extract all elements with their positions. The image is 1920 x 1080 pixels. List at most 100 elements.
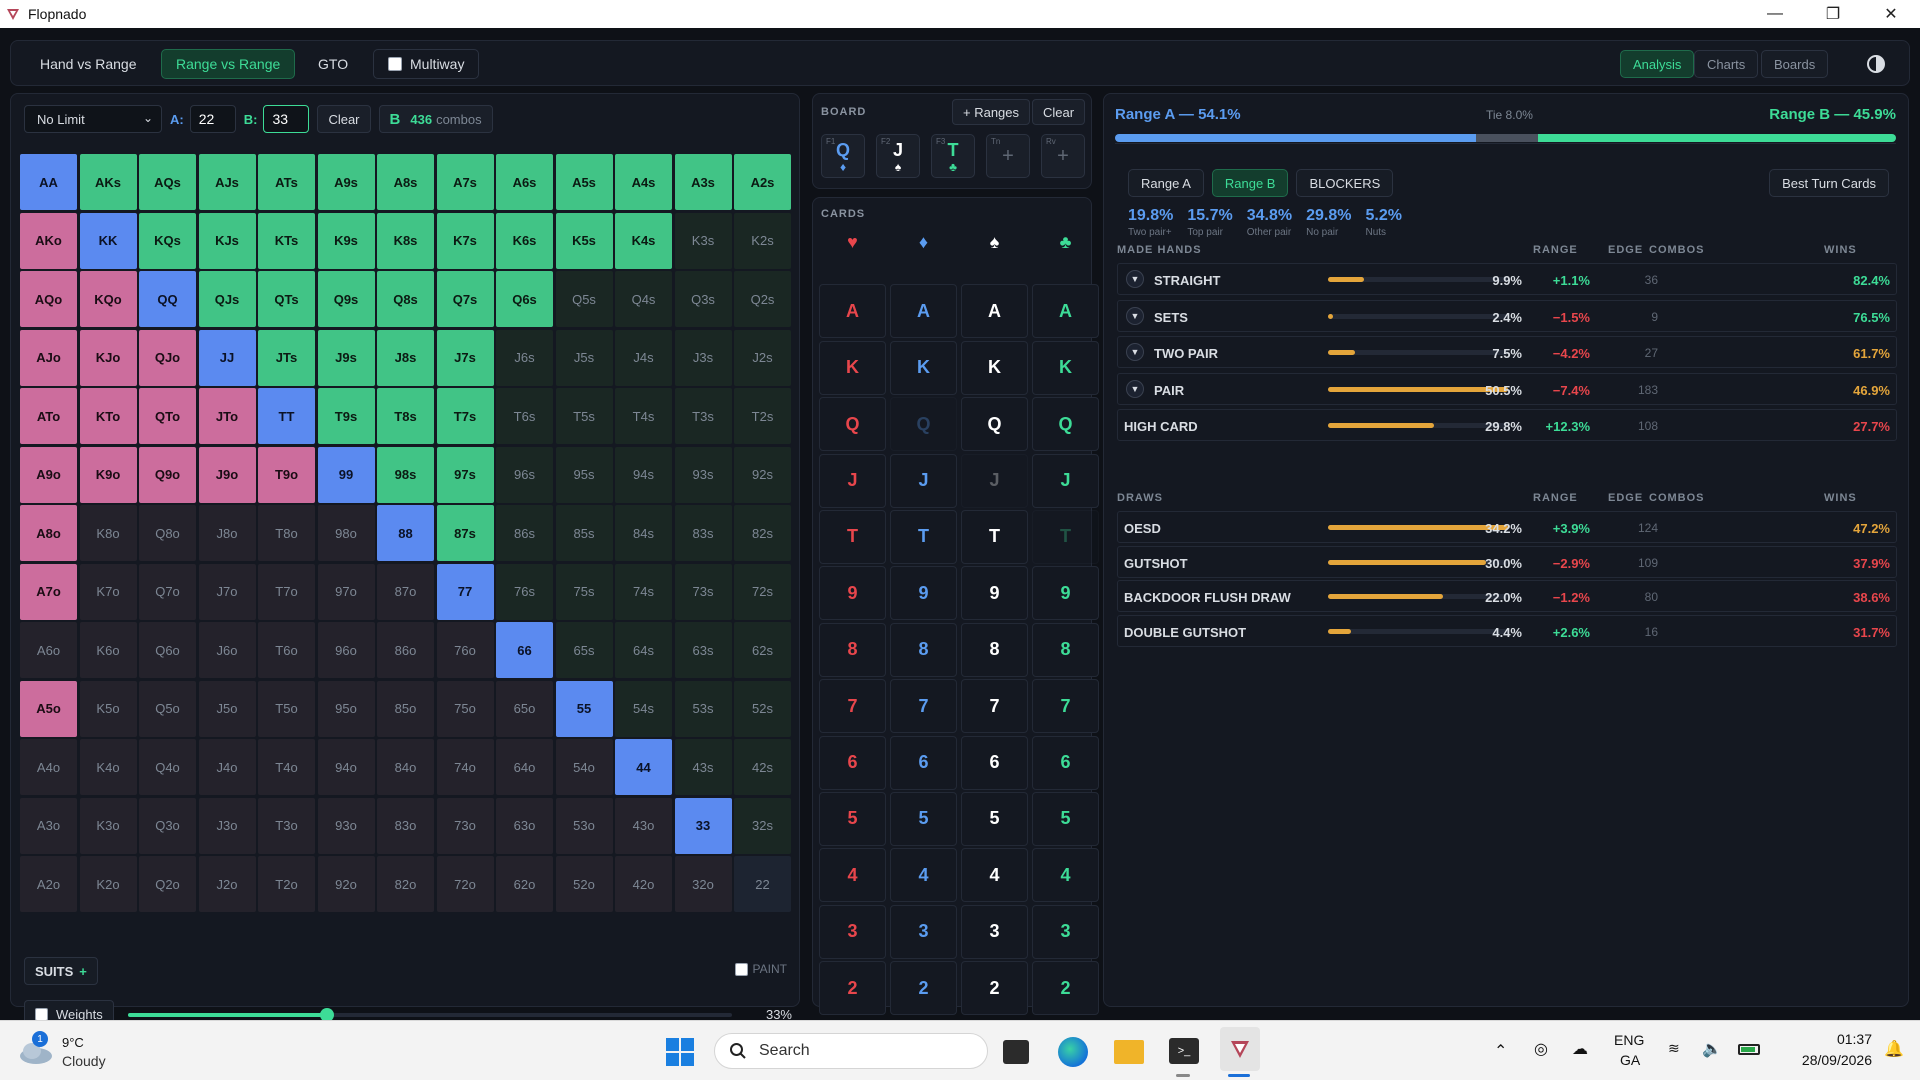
range-cell[interactable]: JTs (258, 329, 315, 386)
range-cell[interactable]: 76s (496, 563, 553, 620)
weights-checkbox[interactable] (35, 1007, 48, 1021)
range-cell[interactable]: K6o (79, 622, 137, 678)
range-cell[interactable]: 99 (317, 446, 375, 503)
range-cell[interactable]: 93s (674, 446, 732, 503)
range-cell[interactable]: 84s (615, 505, 672, 561)
range-cell[interactable]: 65s (555, 622, 613, 678)
range-cell[interactable]: A9s (317, 154, 375, 210)
range-cell[interactable]: QJs (198, 271, 256, 327)
range-cell[interactable]: KTs (258, 212, 315, 269)
clear-range-button[interactable]: Clear (317, 105, 371, 133)
range-cell[interactable]: J3o (198, 797, 256, 854)
card-picker-cell[interactable]: J (819, 453, 886, 508)
range-cell[interactable]: 53o (555, 797, 613, 854)
range-cell[interactable]: K5s (555, 212, 613, 269)
made-hand-row[interactable]: ▼ TWO PAIR 7.5% −4.2% 27 61.7% (1117, 336, 1897, 368)
range-cell[interactable]: 63o (496, 797, 553, 854)
game-select[interactable]: No Limit ⌄ (24, 105, 162, 133)
best-turn-cards-button[interactable]: Best Turn Cards (1769, 169, 1889, 197)
range-cell[interactable]: 83s (674, 505, 732, 561)
range-cell[interactable]: 82s (734, 505, 791, 561)
range-cell[interactable]: K7o (79, 563, 137, 620)
chevron-up-icon[interactable]: ⌃ (1494, 1041, 1507, 1061)
task-view-icon[interactable] (1003, 1040, 1029, 1064)
range-cell[interactable]: 97s (436, 446, 494, 503)
range-cell[interactable]: 88 (377, 505, 434, 561)
range-cell[interactable]: 64o (496, 739, 553, 795)
range-cell[interactable]: K7s (436, 212, 494, 269)
range-cell[interactable]: T6o (258, 622, 315, 678)
range-cell[interactable]: 83o (377, 797, 434, 854)
card-picker-cell[interactable]: 9 (1032, 566, 1099, 621)
range-cell[interactable]: 62s (734, 622, 791, 678)
suit-header-icon[interactable]: ♦ (890, 228, 957, 256)
draw-row[interactable]: DOUBLE GUTSHOT 4.4% +2.6% 16 31.7% (1117, 614, 1897, 647)
board-card-slot[interactable]: Tn + (986, 134, 1030, 178)
card-picker-cell[interactable]: 5 (1032, 791, 1099, 846)
card-picker-cell[interactable]: 5 (819, 791, 886, 846)
range-cell[interactable]: 98o (317, 505, 375, 561)
range-cell[interactable]: T2o (258, 856, 315, 912)
range-cell[interactable]: 42o (615, 856, 672, 912)
card-picker-cell[interactable]: 7 (1032, 679, 1099, 734)
tab-charts[interactable]: Charts (1694, 50, 1759, 78)
range-cell[interactable]: AA (20, 154, 77, 210)
range-cell[interactable]: Q4o (139, 739, 196, 795)
range-cell[interactable]: J8s (377, 329, 434, 386)
range-cell[interactable]: A7o (20, 563, 77, 620)
board-card-slot[interactable]: F1 Q ♦ (821, 134, 865, 178)
card-picker-cell[interactable]: 6 (961, 735, 1028, 790)
card-picker-cell[interactable]: A (961, 284, 1028, 339)
range-cell[interactable]: J7o (198, 563, 256, 620)
suit-header-icon[interactable]: ♥ (819, 228, 886, 256)
range-cell[interactable]: 73o (436, 797, 494, 854)
card-picker-cell[interactable]: 8 (1032, 622, 1099, 677)
range-cell[interactable]: Q6s (496, 271, 553, 327)
clock-date[interactable]: 28/09/2026 (1802, 1052, 1872, 1068)
card-picker-cell[interactable]: Q (1032, 397, 1099, 452)
range-cell[interactable]: 44 (615, 739, 672, 795)
range-cell[interactable]: J4o (198, 739, 256, 795)
range-cell[interactable]: 54o (555, 739, 613, 795)
range-cell[interactable]: 74o (436, 739, 494, 795)
range-cell[interactable]: K2o (79, 856, 137, 912)
card-picker-cell[interactable]: 2 (890, 961, 957, 1016)
range-cell[interactable]: Q8s (377, 271, 434, 327)
card-picker-cell[interactable]: J (1032, 453, 1099, 508)
range-cell[interactable]: J8o (198, 505, 256, 561)
expand-toggle-icon[interactable]: ▼ (1126, 306, 1144, 325)
range-cell[interactable]: 74s (615, 563, 672, 620)
card-picker-cell[interactable]: 8 (819, 622, 886, 677)
range-cell[interactable]: J2s (734, 329, 791, 386)
made-hand-row[interactable]: ▼ SETS 2.4% −1.5% 9 76.5% (1117, 299, 1897, 332)
range-cell[interactable]: A2o (20, 856, 77, 912)
range-cell[interactable]: 93o (317, 797, 375, 854)
range-cell[interactable]: Q7o (139, 563, 196, 620)
range-cell[interactable]: TT (258, 388, 315, 444)
card-picker-cell[interactable]: J (961, 453, 1028, 508)
range-cell[interactable]: K8s (377, 212, 434, 269)
made-hand-row[interactable]: HIGH CARD 29.8% +12.3% 108 27.7% (1117, 409, 1897, 441)
card-picker-cell[interactable]: 9 (961, 566, 1028, 621)
range-cell[interactable]: 62o (496, 856, 553, 912)
range-cell[interactable]: T9o (258, 446, 315, 503)
range-cell[interactable]: AQs (139, 154, 196, 210)
made-hand-row[interactable]: ▼ PAIR 50.5% −7.4% 183 46.9% (1117, 372, 1897, 405)
card-picker-cell[interactable]: J (890, 453, 957, 508)
range-cell[interactable]: T7o (258, 563, 315, 620)
range-cell[interactable]: 75s (555, 563, 613, 620)
card-picker-cell[interactable]: 4 (1032, 848, 1099, 903)
card-picker-cell[interactable]: 2 (961, 961, 1028, 1016)
range-cell[interactable]: 98s (377, 446, 434, 503)
card-picker-cell[interactable]: 9 (890, 566, 957, 621)
range-cell[interactable]: 85o (377, 680, 434, 737)
range-cell[interactable]: A6s (496, 154, 553, 210)
lang-code[interactable]: ENG (1614, 1032, 1644, 1048)
range-cell[interactable]: 86o (377, 622, 434, 678)
range-cell[interactable]: 32s (734, 797, 791, 854)
range-cell[interactable]: T3s (674, 388, 732, 444)
mode-gto[interactable]: GTO (303, 49, 363, 79)
range-cell[interactable]: T4s (615, 388, 672, 444)
range-cell[interactable]: 33 (674, 797, 732, 854)
range-cell[interactable]: 95s (555, 446, 613, 503)
